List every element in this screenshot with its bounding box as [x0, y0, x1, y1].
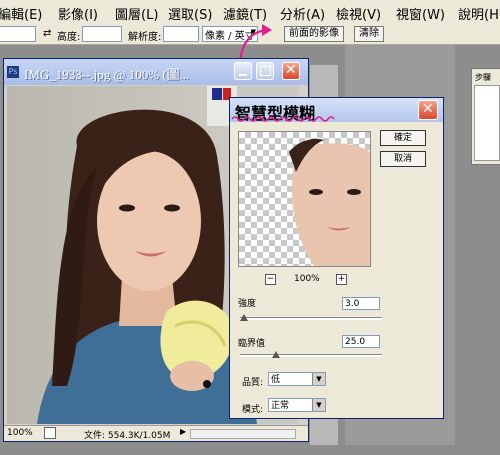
horizontal-scrollbar[interactable] [190, 429, 296, 439]
height-label: 高度: [57, 32, 81, 43]
menu-view[interactable]: 檢視(V) [336, 4, 381, 23]
resolution-field[interactable] [163, 26, 199, 42]
preview-image [289, 138, 370, 266]
front-image-button[interactable]: 前面的影像 [284, 26, 344, 42]
strength-slider-track[interactable] [240, 317, 382, 320]
quality-label: 品質: [242, 378, 264, 388]
preview-area[interactable] [238, 131, 371, 267]
mode-select[interactable]: 正常 ▼ [268, 398, 326, 412]
image-window-titlebar[interactable]: Ps IMG_1933--.jpg @ 100% (圖... ✕ [4, 59, 308, 85]
history-panel[interactable]: 步驟 [471, 68, 500, 165]
zoom-in-button[interactable]: + [336, 274, 347, 285]
menu-filter[interactable]: 濾鏡(T) [223, 4, 267, 23]
threshold-slider-track[interactable] [240, 354, 382, 357]
menu-layer[interactable]: 圖層(L) [115, 4, 158, 23]
doc-size-info: 文件: 554.3K/1.05M [84, 431, 171, 441]
menu-image[interactable]: 影像(I) [58, 4, 98, 23]
threshold-label: 臨界值 [238, 339, 266, 349]
swap-icon[interactable]: ⇄ [43, 28, 51, 39]
maximize-icon [260, 66, 271, 76]
smart-blur-dialog[interactable]: 智慧型模糊 ✕ 確定 取消 − 100% + 強度 3.0 臨界值 25.0 品… [229, 97, 444, 419]
image-window-statusbar: 100% 文件: 554.3K/1.05M ▶ [4, 425, 308, 441]
menu-edit[interactable]: 編輯(E) [0, 4, 42, 23]
status-menu-arrow-icon[interactable]: ▶ [180, 427, 186, 436]
width-field[interactable] [0, 26, 36, 42]
nav-icon[interactable] [44, 427, 56, 439]
image-window-title: IMG_1933--.jpg @ 100% (圖... [24, 67, 190, 82]
zoom-out-button[interactable]: − [265, 274, 276, 285]
height-field[interactable] [82, 26, 122, 42]
quality-select-value: 低 [271, 375, 281, 385]
preview-zoom-level: 100% [294, 274, 320, 284]
ok-button[interactable]: 確定 [380, 130, 426, 146]
maximize-button[interactable] [256, 62, 274, 80]
quality-select[interactable]: 低 ▼ [268, 372, 326, 386]
dialog-close-button[interactable]: ✕ [418, 100, 438, 120]
close-button[interactable]: ✕ [282, 62, 300, 80]
minimize-icon [239, 74, 247, 76]
menu-window[interactable]: 視窗(W) [396, 4, 445, 23]
minimize-button[interactable] [234, 62, 252, 80]
strength-slider-thumb[interactable] [240, 314, 249, 321]
zoom-readout[interactable]: 100% [7, 428, 33, 438]
strength-label: 強度 [238, 299, 257, 309]
history-panel-title: 步驟 [475, 73, 491, 82]
photoshop-doc-icon: Ps [7, 66, 19, 78]
mode-label: 模式: [242, 405, 264, 415]
chevron-down-icon: ▼ [312, 373, 325, 385]
mode-select-value: 正常 [271, 401, 290, 411]
threshold-slider-thumb[interactable] [271, 351, 280, 358]
squiggle-underline-icon [231, 116, 335, 122]
resolution-label: 解析度: [128, 32, 162, 43]
threshold-field[interactable]: 25.0 [342, 335, 380, 348]
menu-select[interactable]: 選取(S) [168, 4, 212, 23]
chevron-down-icon: ▼ [312, 399, 325, 411]
menu-analysis[interactable]: 分析(A) [280, 4, 325, 23]
history-list[interactable] [474, 85, 500, 161]
menu-help[interactable]: 說明(H) [458, 4, 500, 23]
clear-button[interactable]: 清除 [354, 26, 384, 42]
close-icon: ✕ [285, 62, 297, 78]
strength-field[interactable]: 3.0 [342, 297, 380, 310]
close-icon: ✕ [422, 101, 434, 117]
cancel-button[interactable]: 取消 [380, 151, 426, 167]
